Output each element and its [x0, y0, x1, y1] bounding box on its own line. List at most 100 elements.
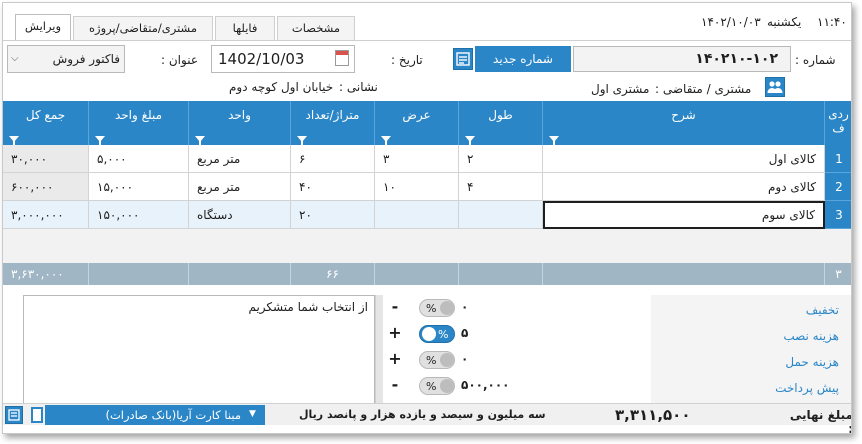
filter-icon[interactable] [465, 136, 475, 146]
address-label: نشانی : [339, 80, 378, 94]
filter-icon[interactable] [195, 136, 205, 146]
customer-label: مشتری / متقاضی : [655, 82, 752, 96]
column-unit-price-header[interactable]: مبلغ واحد [89, 101, 189, 146]
notes-textarea[interactable]: از انتخاب شما متشکریم [23, 295, 375, 407]
date-field[interactable]: 1402/10/03 [211, 45, 355, 73]
install-row: + % ۵ [387, 323, 649, 345]
discount-amount[interactable]: ۰ [461, 300, 468, 314]
date-display: ۱۴۰۲/۱۰/۰۳ [701, 15, 761, 29]
cell-total: ۳,۰۰۰,۰۰۰ [3, 201, 89, 229]
install-label[interactable]: هزینه نصب [783, 329, 839, 343]
grid-empty-area [3, 229, 851, 263]
adjustment-labels: تخفیف هزینه نصب هزینه حمل پیش پرداخت [651, 295, 851, 407]
cell-unit[interactable]: دستگاه [189, 201, 291, 229]
cell-unit-price[interactable]: ۱۵,۰۰۰ [89, 173, 189, 201]
day-display: یکشنبه [767, 15, 802, 29]
total-unit-price [89, 263, 189, 285]
percent-toggle[interactable]: % [419, 299, 455, 317]
tab-specs[interactable]: مشخصات [277, 16, 355, 40]
column-area-qty-header[interactable]: متراژ/تعداد [291, 101, 375, 146]
total-description [543, 263, 825, 285]
address-value: خیابان اول کوچه دوم [229, 80, 334, 94]
column-row-header[interactable]: ردی ف [825, 101, 851, 145]
cell-description[interactable]: کالای دوم [543, 173, 825, 201]
number-label: شماره : [795, 53, 836, 67]
cell-unit-price[interactable]: ۵,۰۰۰ [89, 145, 189, 173]
cell-length[interactable] [459, 201, 543, 229]
filter-icon[interactable] [549, 136, 559, 146]
discount-row: - % ۰ [387, 297, 649, 319]
filter-icon[interactable] [95, 136, 105, 146]
cell-width[interactable]: ۳ [375, 145, 459, 173]
percent-toggle[interactable]: % [419, 351, 455, 369]
cell-length[interactable]: ۴ [459, 173, 543, 201]
new-number-button[interactable]: شماره جدید [475, 46, 571, 72]
row-number: 2 [825, 173, 851, 201]
column-unit-header[interactable]: واحد [189, 101, 291, 146]
number-field[interactable]: ۱۴۰۲۱۰-۱۰۲ [573, 46, 791, 72]
cell-description[interactable]: کالای اول [543, 145, 825, 173]
prepayment-amount[interactable]: ۵۰۰,۰۰۰ [461, 378, 510, 392]
prepayment-label[interactable]: پیش پرداخت [775, 381, 839, 395]
percent-toggle[interactable]: % [419, 377, 455, 395]
date-value: 1402/10/03 [218, 50, 305, 68]
percent-toggle-on[interactable]: % [419, 325, 455, 343]
calendar-icon[interactable] [335, 50, 349, 66]
cell-length[interactable]: ۲ [459, 145, 543, 173]
title-select[interactable]: فاکتور فروش [7, 45, 125, 73]
row-number: 1 [825, 145, 851, 173]
total-width [375, 263, 459, 285]
minus-icon[interactable]: - [387, 297, 403, 316]
cell-width[interactable]: ۱۰ [375, 173, 459, 201]
shipping-row: + % ۰ [387, 349, 649, 371]
shipping-label[interactable]: هزینه حمل [785, 355, 839, 369]
chevron-down-icon: ⌵ [11, 53, 19, 64]
date-label: تاریخ : [391, 53, 423, 67]
account-select[interactable]: مبنا کارت آریا(بانک صادرات) [45, 405, 265, 425]
notes-text: از انتخاب شما متشکریم [248, 300, 368, 314]
plus-icon[interactable]: + [387, 349, 403, 368]
column-total-header[interactable]: جمع کل [3, 101, 89, 146]
column-description-header[interactable]: شرح [543, 101, 825, 146]
tab-customer-project[interactable]: مشتری/متقاضی/پروژه [73, 16, 213, 40]
cell-description-editing[interactable]: کالای سوم [543, 201, 825, 229]
total-length [459, 263, 543, 285]
row-count-total: ۳ [825, 263, 851, 285]
minus-icon[interactable]: - [387, 375, 403, 394]
filter-icon[interactable] [9, 136, 19, 146]
discount-label[interactable]: تخفیف [806, 303, 839, 317]
customer-value[interactable]: مشتری اول [591, 82, 649, 96]
tab-divider [3, 40, 851, 41]
barcode-icon[interactable] [31, 407, 43, 423]
filter-icon[interactable] [381, 136, 391, 146]
filter-icon[interactable] [297, 136, 307, 146]
title-value: فاکتور فروش [52, 52, 120, 66]
column-width-header[interactable]: عرض [375, 101, 459, 146]
install-amount[interactable]: ۵ [461, 326, 468, 340]
column-length-header[interactable]: طول [459, 101, 543, 146]
notes-scrollbar[interactable] [375, 295, 383, 407]
menu-icon[interactable] [5, 406, 23, 424]
cell-unit[interactable]: متر مربع [189, 145, 291, 173]
cell-area-qty[interactable]: ۴۰ [291, 173, 375, 201]
tab-edit[interactable]: ویرایش [15, 14, 71, 41]
time-display: ۱۱:۴۰ [817, 15, 847, 29]
cell-area-qty[interactable]: ۶ [291, 145, 375, 173]
plus-icon[interactable]: + [387, 323, 403, 342]
final-amount: ۳,۳۱۱,۵۰۰ [615, 406, 691, 424]
list-icon[interactable] [453, 48, 473, 70]
customer-icon[interactable] [765, 77, 785, 97]
chevron-down-icon[interactable]: ▼ [249, 409, 256, 419]
cell-unit-price[interactable]: ۱۵۰,۰۰۰ [89, 201, 189, 229]
final-amount-words: سه میلیون و سیصد و یازده هزار و پانصد ری… [299, 408, 546, 421]
cell-total: ۳۰,۰۰۰ [3, 145, 89, 173]
shipping-amount[interactable]: ۰ [461, 352, 468, 366]
account-value: مبنا کارت آریا(بانک صادرات) [105, 408, 241, 422]
total-sum: ۳,۶۳۰,۰۰۰ [3, 263, 89, 285]
cell-unit[interactable]: متر مربع [189, 173, 291, 201]
top-bar: ویرایش مشتری/متقاضی/پروژه فایلها مشخصات … [3, 3, 851, 41]
cell-area-qty[interactable]: ۲۰ [291, 201, 375, 229]
cell-width[interactable] [375, 201, 459, 229]
invoice-window: ویرایش مشتری/متقاضی/پروژه فایلها مشخصات … [2, 2, 852, 434]
tab-files[interactable]: فایلها [215, 16, 275, 40]
